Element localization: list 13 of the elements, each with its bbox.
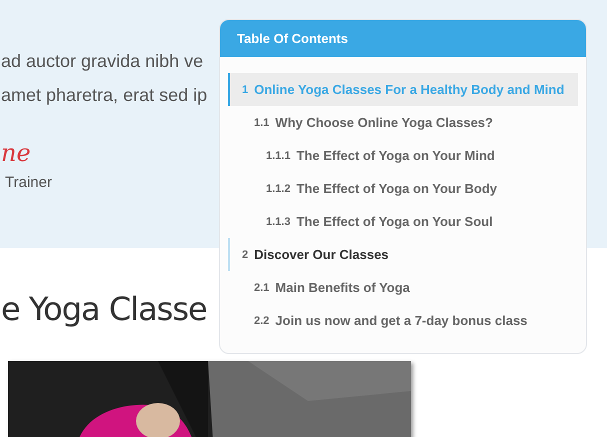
- toc-title: Table Of Contents: [220, 20, 586, 57]
- toc-link[interactable]: 1.1 Why Choose Online Yoga Classes?: [228, 106, 578, 139]
- section-heading: e Yoga Classe: [1, 290, 207, 328]
- toc-link[interactable]: 2.1 Main Benefits of Yoga: [228, 271, 578, 304]
- paragraph-line: amet pharetra, erat sed ip: [1, 84, 208, 107]
- paragraph-line: ad auctor gravida nibh ve: [1, 50, 204, 73]
- toc-link[interactable]: 1.1.2 The Effect of Yoga on Your Body: [228, 172, 578, 205]
- signature: ne: [1, 138, 31, 168]
- toc-link[interactable]: 2.2 Join us now and get a 7-day bonus class: [228, 304, 578, 337]
- role-text: Trainer: [5, 174, 52, 191]
- toc-link[interactable]: 1.1.1 The Effect of Yoga on Your Mind: [228, 139, 578, 172]
- toc-link[interactable]: 2 Discover Our Classes: [228, 238, 578, 271]
- toc-link[interactable]: 1.1.3 The Effect of Yoga on Your Soul: [228, 205, 578, 238]
